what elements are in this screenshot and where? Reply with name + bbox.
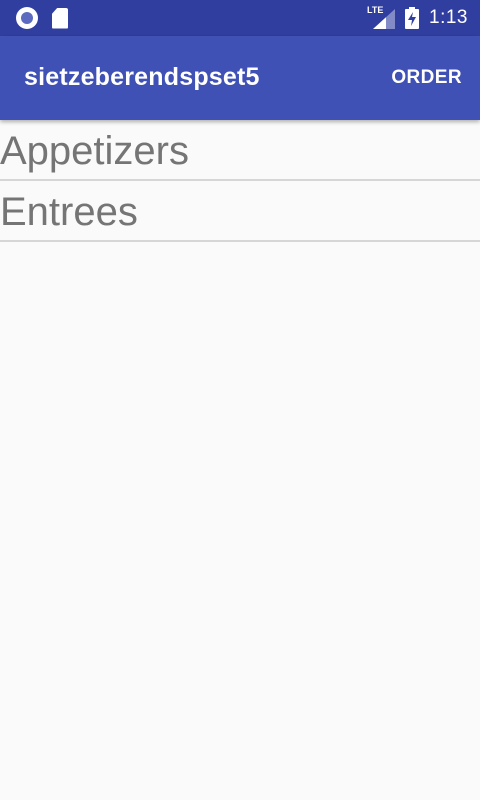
category-list: Appetizers Entrees [0,120,480,242]
list-item-appetizers[interactable]: Appetizers [0,120,480,181]
status-bar: LTE 1:13 [0,0,480,36]
list-item-label: Appetizers [0,129,189,173]
battery-charging-icon [405,7,420,29]
list-item-entrees[interactable]: Entrees [0,181,480,242]
status-bar-system: LTE 1:13 [367,5,468,31]
signal-icon [373,9,396,29]
app-bar: sietzeberendspset5 ORDER [0,36,480,120]
sync-icon [16,7,38,29]
status-bar-notifications [16,7,68,29]
list-item-label: Entrees [0,190,138,234]
status-time: 1:13 [429,7,468,28]
order-button[interactable]: ORDER [391,67,462,89]
network-indicator: LTE [367,5,396,31]
app-title: sietzeberendspset5 [24,63,260,91]
sd-card-icon [52,7,68,29]
